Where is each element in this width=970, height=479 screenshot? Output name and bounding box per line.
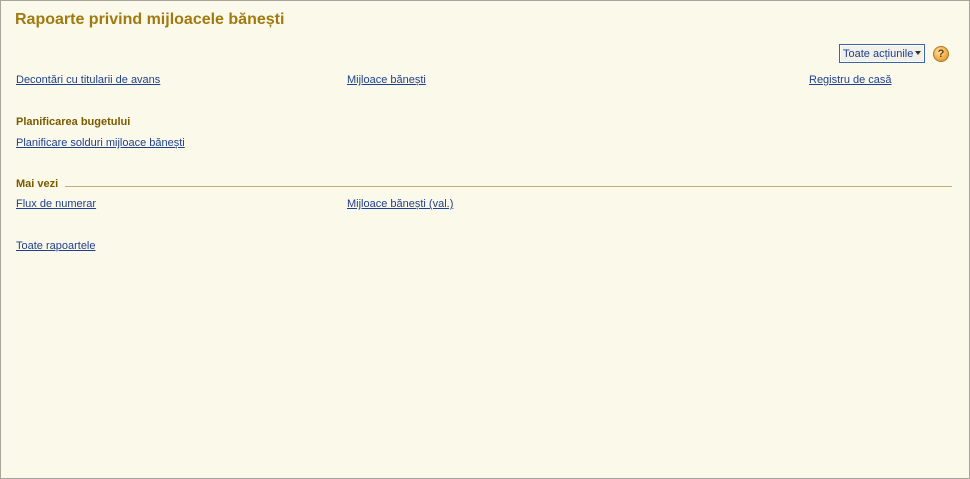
section-title-planificarea-bugetului: Planificarea bugetului <box>16 116 131 128</box>
section-divider <box>65 186 952 187</box>
link-registru-de-casa[interactable]: Registru de casă <box>809 74 892 86</box>
chevron-down-icon <box>915 51 921 55</box>
all-actions-button[interactable]: Toate acțiunile <box>839 44 925 63</box>
section-title-mai-vezi: Mai vezi <box>16 178 59 190</box>
link-toate-rapoartele[interactable]: Toate rapoartele <box>16 240 96 252</box>
help-icon[interactable]: ? <box>933 46 949 62</box>
all-actions-label: Toate acțiunile <box>843 47 914 60</box>
page-title: Rapoarte privind mijloacele bănești <box>15 11 285 28</box>
link-flux-de-numerar[interactable]: Flux de numerar <box>16 198 96 210</box>
link-decontari-titulari-avans[interactable]: Decontări cu titularii de avans <box>16 74 160 86</box>
link-mijloace-banesti-val[interactable]: Mijloace bănești (val.) <box>347 198 453 210</box>
link-planificare-solduri[interactable]: Planificare solduri mijloace bănești <box>16 137 185 149</box>
reports-panel: Rapoarte privind mijloacele bănești Toat… <box>0 0 970 479</box>
link-mijloace-banesti[interactable]: Mijloace bănești <box>347 74 426 86</box>
